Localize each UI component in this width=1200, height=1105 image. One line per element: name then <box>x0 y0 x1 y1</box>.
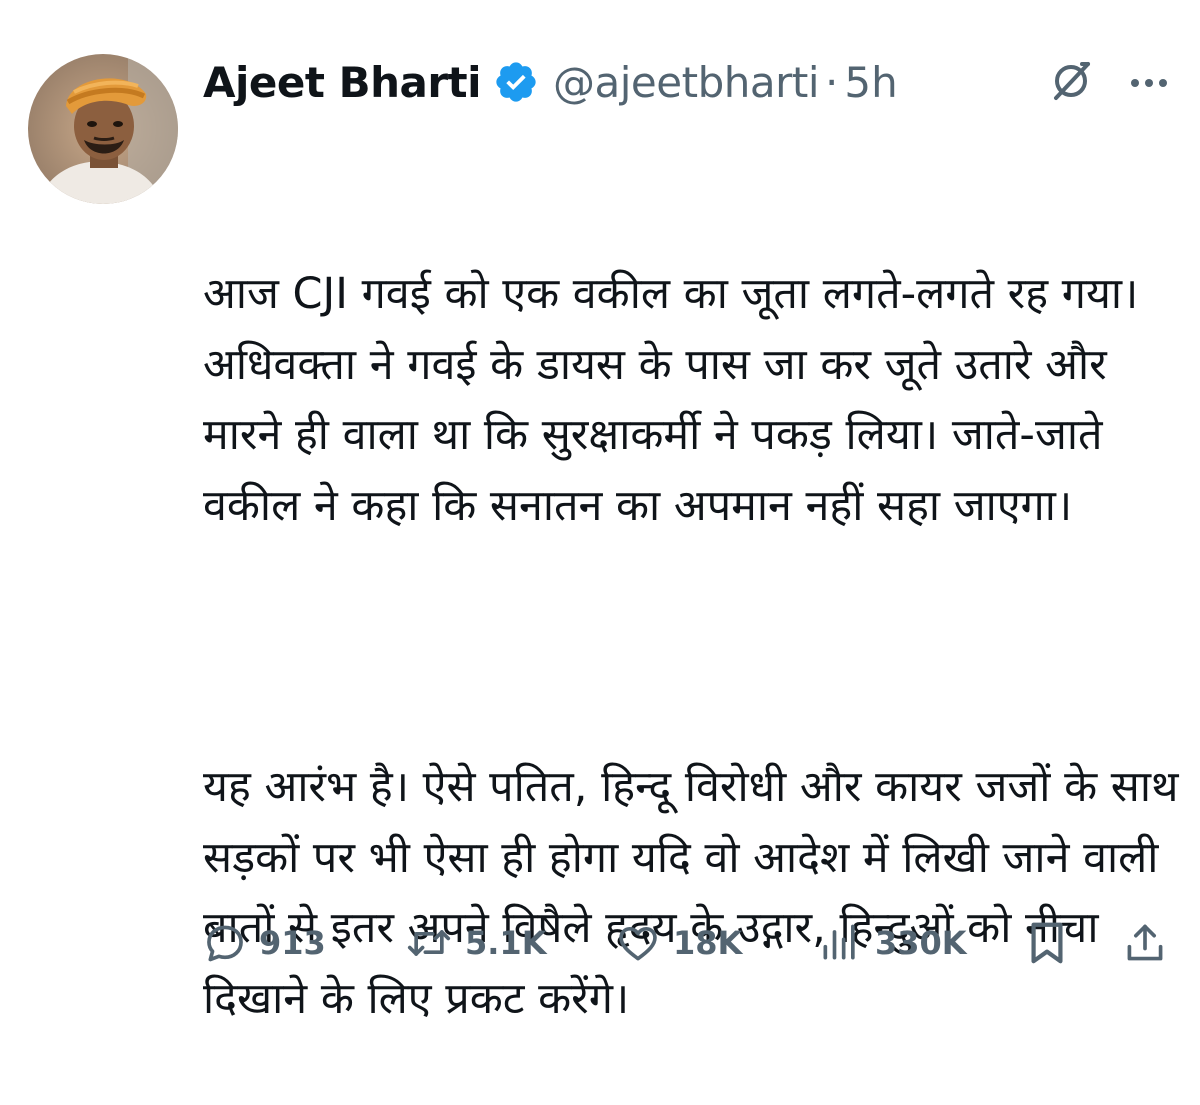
separator-dot: · <box>825 57 839 107</box>
bookmark-button[interactable] <box>1027 912 1067 974</box>
more-options-icon[interactable] <box>1124 58 1174 108</box>
tweet-paragraph-1: आज CJI गवई को एक वकील का जूता लगते-लगते … <box>203 269 1152 531</box>
reply-button[interactable]: 913 <box>203 912 326 974</box>
like-icon <box>615 921 661 965</box>
tweet-paragraph-2: यह आरंभ है। ऐसे पतित, हिन्दू विरोधी और क… <box>203 762 1193 1024</box>
action-bar: 913 5.1K 18K 330K <box>203 912 1173 974</box>
author-name[interactable]: Ajeet Bharti <box>203 58 482 107</box>
repost-button[interactable]: 5.1K <box>405 912 546 974</box>
grok-icon[interactable] <box>1046 56 1096 106</box>
repost-count: 5.1K <box>465 924 547 962</box>
tweet-header: Ajeet Bharti @ajeetbharti · 5h <box>203 52 1176 112</box>
verified-badge-icon[interactable] <box>493 59 539 105</box>
bookmark-icon <box>1027 920 1067 966</box>
like-count: 18K <box>673 924 743 962</box>
author-handle[interactable]: @ajeetbharti <box>553 58 819 107</box>
repost-icon <box>405 921 453 965</box>
author-avatar[interactable] <box>28 54 178 204</box>
views-icon <box>817 921 863 965</box>
views-count: 330K <box>875 924 967 962</box>
reply-icon <box>203 921 247 965</box>
views-button[interactable]: 330K <box>817 912 967 974</box>
like-button[interactable]: 18K <box>615 912 742 974</box>
share-button[interactable] <box>1123 912 1167 974</box>
reply-count: 913 <box>259 924 326 962</box>
avatar-image <box>28 54 178 204</box>
tweet-timestamp[interactable]: 5h <box>844 58 897 107</box>
share-icon <box>1123 920 1167 966</box>
